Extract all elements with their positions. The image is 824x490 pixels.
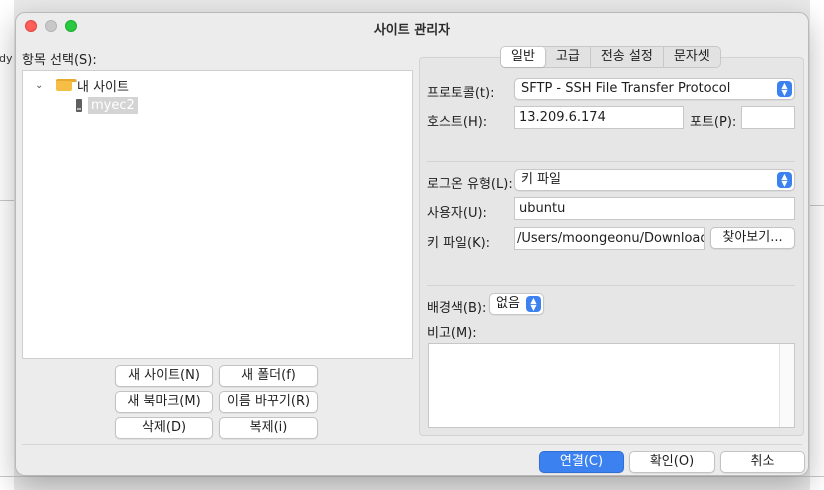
keyfile-label: 키 파일(K): <box>427 236 491 251</box>
logon-type-value: 키 파일 <box>521 172 562 187</box>
port-label: 포트(P): <box>690 115 737 130</box>
tree-item-myec2[interactable]: myec2 <box>88 97 138 114</box>
logon-type-label: 로그온 유형(L): <box>427 177 513 192</box>
background-app-right <box>810 0 824 490</box>
port-field[interactable] <box>741 106 795 129</box>
cancel-button[interactable]: 취소 <box>720 451 805 473</box>
tab-charset[interactable]: 문자셋 <box>664 47 720 67</box>
server-icon <box>76 99 82 112</box>
bgcolor-value: 없음 <box>496 296 520 311</box>
tree-root-my-sites[interactable]: 내 사이트 <box>77 76 129 95</box>
new-bookmark-button[interactable]: 새 북마크(M) <box>115 391 213 413</box>
connect-button[interactable]: 연결(C) <box>539 451 624 473</box>
chevron-updown-icon: ▲ ▼ <box>777 172 792 188</box>
title-bar: 사이트 관리자 <box>16 13 808 41</box>
host-field[interactable]: 13.209.6.174 <box>514 106 684 129</box>
tab-general[interactable]: 일반 <box>501 47 546 67</box>
bgcolor-label: 배경색(B): <box>427 301 487 316</box>
comments-scrollbar[interactable] <box>779 344 794 427</box>
chevron-updown-icon: ▲ ▼ <box>777 81 792 97</box>
duplicate-button[interactable]: 복제(i) <box>219 417 318 439</box>
entry-select-label: 항목 선택(S): <box>22 53 97 68</box>
background-divider <box>810 205 824 206</box>
settings-tabs: 일반 고급 전송 설정 문자셋 <box>500 46 721 68</box>
site-manager-window: 사이트 관리자 항목 선택(S): ⌄ 내 사이트 myec2 새 사이트(N)… <box>15 12 809 476</box>
delete-button[interactable]: 삭제(D) <box>115 417 213 439</box>
protocol-label: 프로토콜(t): <box>427 86 495 101</box>
divider <box>427 285 795 286</box>
chevron-updown-icon: ▲ ▼ <box>526 296 541 312</box>
bgcolor-select[interactable]: 없음 ▲ ▼ <box>489 293 544 315</box>
keyfile-field[interactable]: /Users/moongeonu/Downloads <box>514 227 705 250</box>
background-app-left <box>0 0 14 490</box>
comments-label: 비고(M): <box>427 326 477 341</box>
folder-icon <box>56 79 77 91</box>
chevron-down-icon[interactable]: ⌄ <box>35 80 43 91</box>
comments-textarea[interactable] <box>428 343 795 428</box>
divider <box>427 161 795 162</box>
ok-button[interactable]: 확인(O) <box>629 451 715 473</box>
new-folder-button[interactable]: 새 폴더(f) <box>219 365 318 387</box>
user-field[interactable]: ubuntu <box>514 197 795 220</box>
background-text: dy <box>0 52 13 65</box>
protocol-select[interactable]: SFTP - SSH File Transfer Protocol ▲ ▼ <box>514 78 795 100</box>
footer-divider <box>22 444 802 445</box>
tab-advanced[interactable]: 고급 <box>546 47 591 67</box>
background-divider <box>0 476 824 477</box>
host-label: 호스트(H): <box>427 115 488 130</box>
protocol-value: SFTP - SSH File Transfer Protocol <box>521 81 731 96</box>
window-title: 사이트 관리자 <box>373 23 451 38</box>
background-divider <box>0 200 14 201</box>
rename-button[interactable]: 이름 바꾸기(R) <box>219 391 318 413</box>
site-tree[interactable]: ⌄ 내 사이트 myec2 <box>22 70 413 359</box>
tab-transfer-settings[interactable]: 전송 설정 <box>591 47 664 67</box>
new-site-button[interactable]: 새 사이트(N) <box>115 365 213 387</box>
browse-button[interactable]: 찾아보기... <box>710 227 795 249</box>
user-label: 사용자(U): <box>427 206 487 221</box>
logon-type-select[interactable]: 키 파일 ▲ ▼ <box>514 169 795 191</box>
